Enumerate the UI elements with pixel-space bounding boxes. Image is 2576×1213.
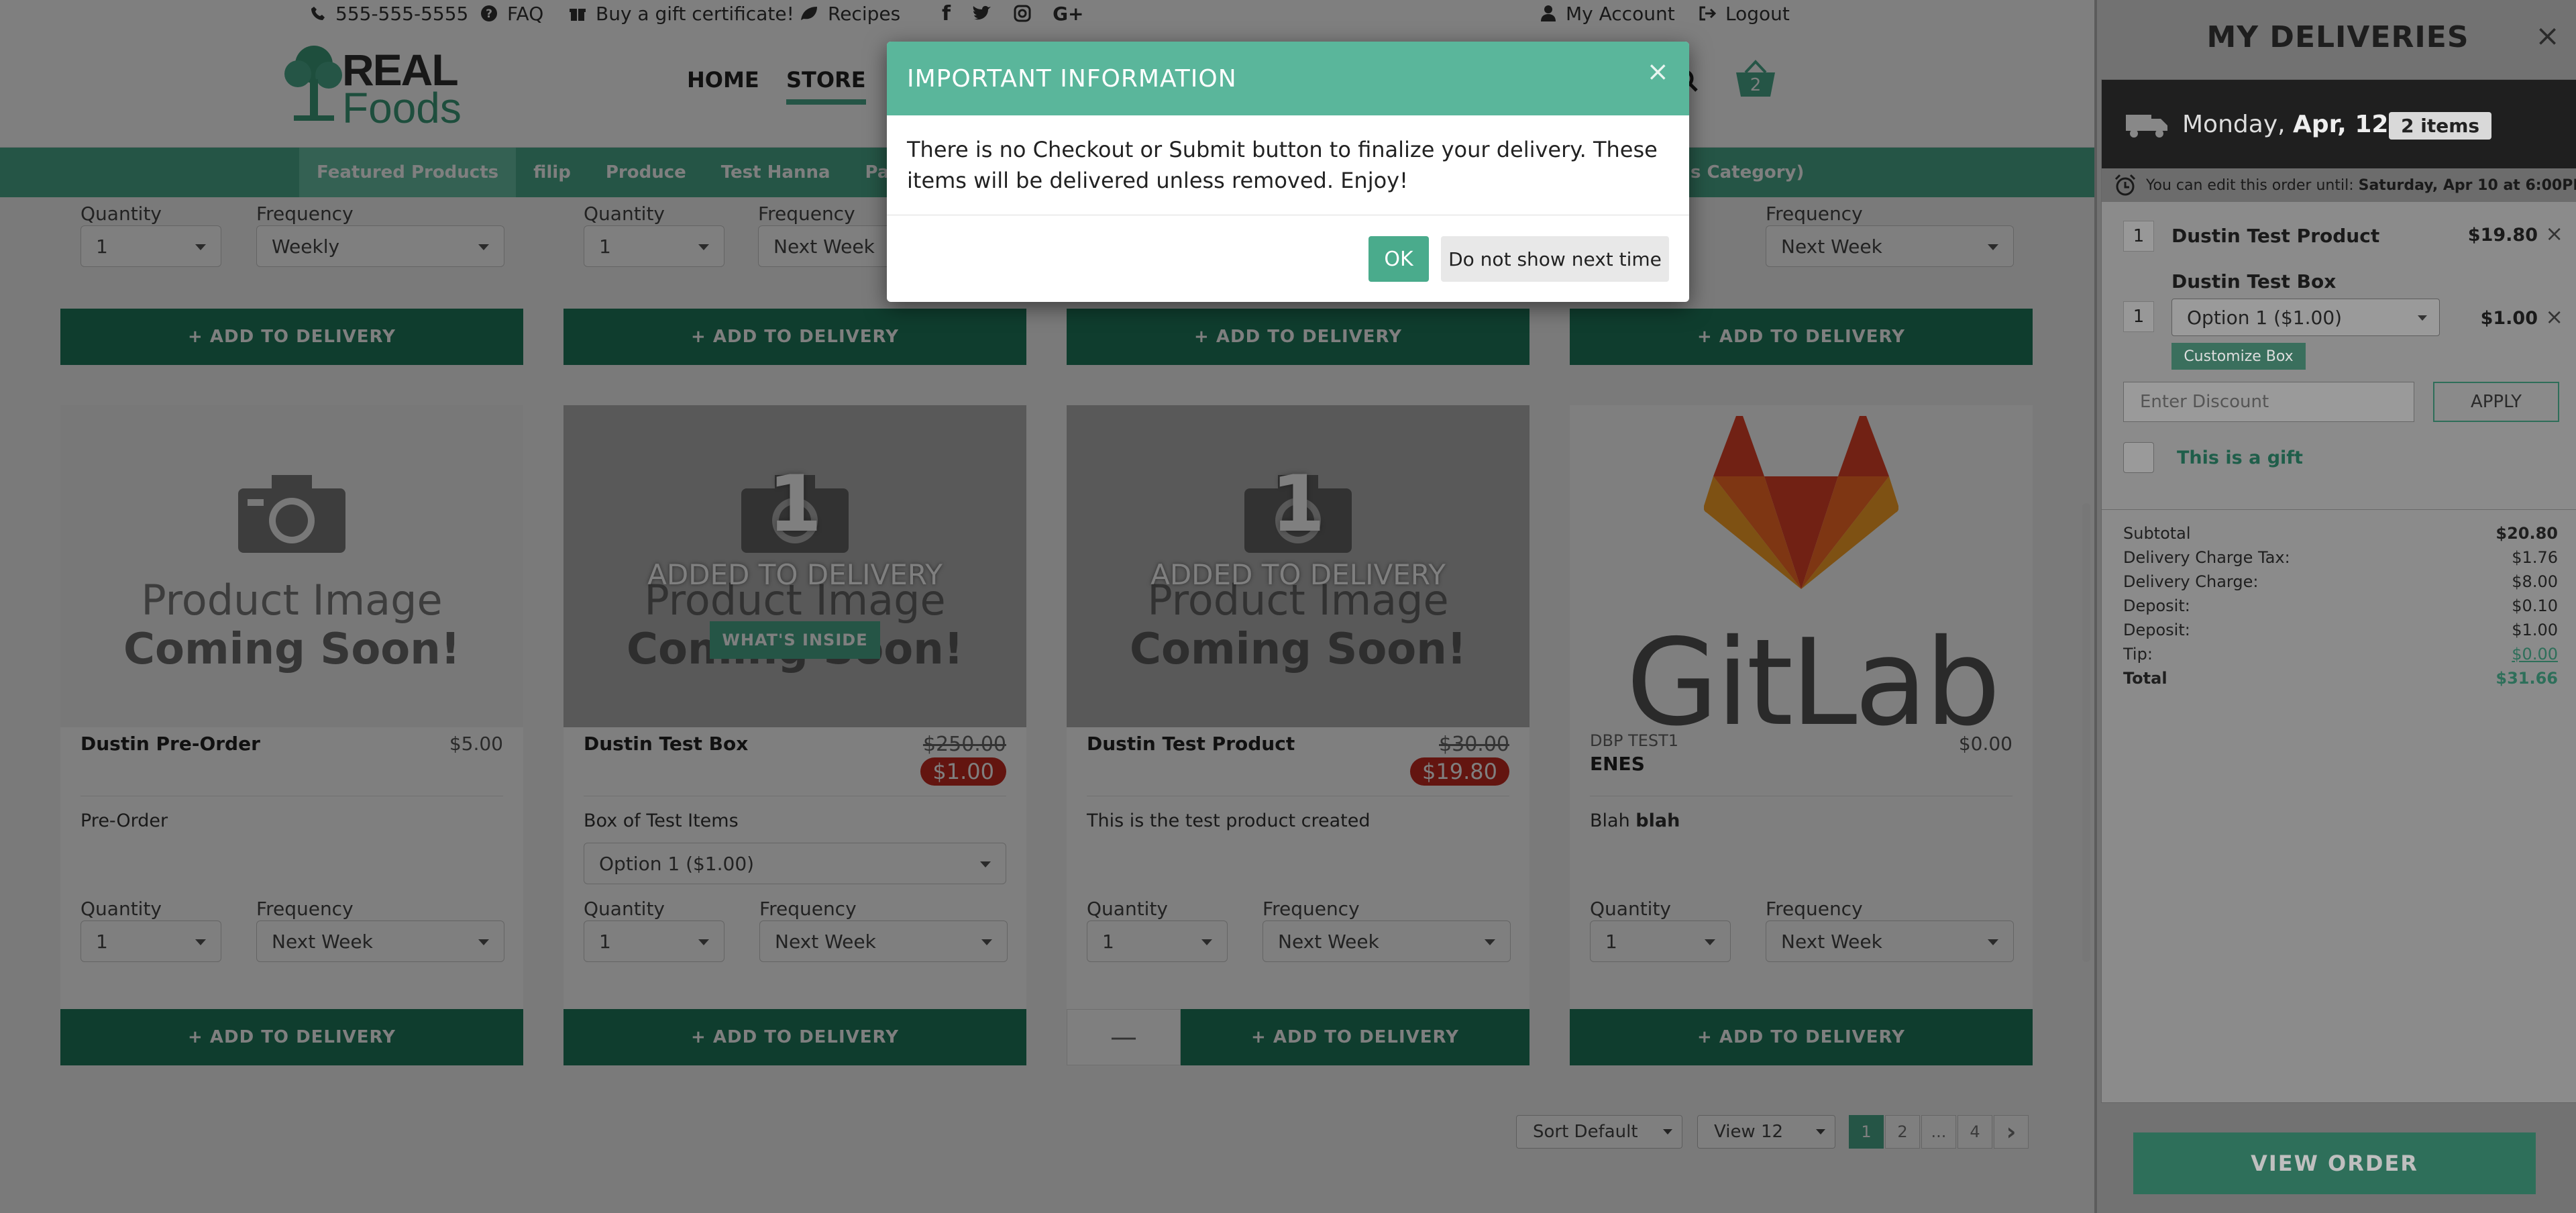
totals-row: Deposit: $1.00 bbox=[2123, 621, 2558, 639]
panel-close-button[interactable]: × bbox=[2535, 19, 2560, 53]
delivery-header[interactable]: Monday, Apr, 12 2 items bbox=[2102, 80, 2576, 168]
delivery-day: Monday, bbox=[2182, 110, 2286, 138]
truck-icon bbox=[2126, 115, 2167, 138]
remove-item-button[interactable]: × bbox=[2545, 221, 2563, 246]
box-option-select[interactable]: Option 1 ($1.00) bbox=[2171, 299, 2440, 336]
edit-deadline-prefix: You can edit this order until: bbox=[2146, 176, 2354, 194]
totals-row: Deposit: $0.10 bbox=[2123, 596, 2558, 615]
items-count-badge: 2 items bbox=[2389, 112, 2492, 140]
customize-box-button[interactable]: Customize Box bbox=[2171, 343, 2306, 370]
gift-checkbox[interactable] bbox=[2123, 442, 2154, 473]
ok-button[interactable]: OK bbox=[1368, 236, 1429, 282]
edit-deadline-bar: You can edit this order until: Saturday,… bbox=[2102, 168, 2576, 202]
totals-row: Delivery Charge Tax: $1.76 bbox=[2123, 548, 2558, 567]
line-item-name: Dustin Test Product bbox=[2171, 225, 2380, 247]
apply-discount-button[interactable]: APPLY bbox=[2433, 382, 2559, 422]
scrollbar-thumb[interactable] bbox=[2082, 503, 2090, 962]
discount-input[interactable]: Enter Discount bbox=[2123, 382, 2414, 422]
delivery-details: Monday, Apr, 12 2 items You can edit thi… bbox=[2101, 79, 2576, 1103]
delivery-date: Apr, 12 bbox=[2293, 110, 2389, 138]
important-info-modal: IMPORTANT INFORMATION × There is no Chec… bbox=[887, 42, 1689, 302]
remove-item-button[interactable]: × bbox=[2545, 304, 2563, 329]
line-item-price: $19.80 bbox=[2467, 225, 2538, 246]
line-item-price: $1.00 bbox=[2480, 308, 2538, 329]
order-total: $31.66 bbox=[2496, 669, 2558, 688]
tip-link[interactable]: $0.00 bbox=[2512, 645, 2558, 664]
view-order-button[interactable]: VIEW ORDER bbox=[2133, 1132, 2536, 1194]
alarm-clock-icon bbox=[2114, 174, 2136, 196]
modal-close-button[interactable]: × bbox=[1646, 56, 1669, 87]
edit-deadline-date: Saturday, Apr 10 at 6:00PM bbox=[2358, 176, 2576, 194]
divider bbox=[2102, 509, 2576, 510]
modal-header: IMPORTANT INFORMATION bbox=[887, 42, 1689, 115]
totals-row: Delivery Charge: $8.00 bbox=[2123, 572, 2558, 591]
panel-title: MY DELIVERIES bbox=[2206, 19, 2469, 54]
modal-title: IMPORTANT INFORMATION bbox=[907, 64, 1237, 93]
store-page: 555-555-5555 ? FAQ Buy a gift certificat… bbox=[0, 0, 2094, 1213]
line-quantity[interactable]: 1 bbox=[2123, 301, 2154, 332]
line-quantity[interactable]: 1 bbox=[2123, 221, 2154, 252]
modal-footer: OK Do not show next time bbox=[887, 215, 1689, 302]
totals-row: Tip: $0.00 bbox=[2123, 645, 2558, 664]
totals-row: Total $31.66 bbox=[2123, 669, 2558, 688]
modal-message: There is no Checkout or Submit button to… bbox=[907, 137, 1658, 193]
order-totals: Subtotal $20.80 Delivery Charge Tax: $1.76… bbox=[2123, 521, 2558, 690]
gift-label[interactable]: This is a gift bbox=[2177, 447, 2303, 468]
line-item-name: Dustin Test Box bbox=[2171, 270, 2337, 293]
my-deliveries-panel: MY DELIVERIES × Monday, Apr, 12 2 items … bbox=[2094, 0, 2576, 1213]
do-not-show-button[interactable]: Do not show next time bbox=[1441, 236, 1669, 282]
totals-row: Subtotal $20.80 bbox=[2123, 524, 2558, 543]
